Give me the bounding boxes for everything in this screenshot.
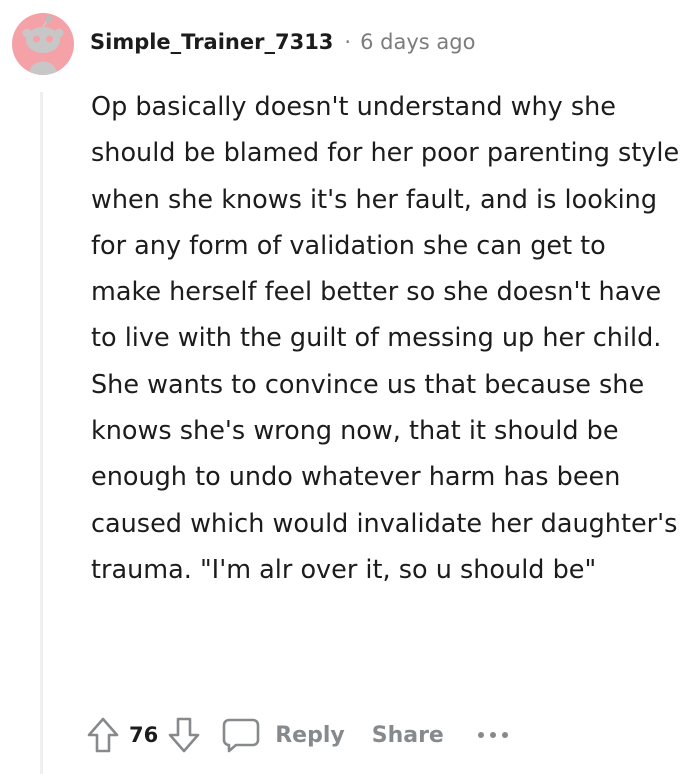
comment-timestamp[interactable]: 6 days ago: [360, 30, 475, 54]
vote-count: 76: [129, 723, 159, 747]
meta-separator: ·: [344, 30, 352, 54]
thread-collapse-line[interactable]: [40, 92, 43, 774]
comment-body: Op basically doesn't understand why she …: [91, 92, 680, 585]
comment-bubble-icon[interactable]: [221, 716, 261, 754]
comment-action-bar: 76 Reply Share: [86, 712, 510, 758]
upvote-icon[interactable]: [86, 716, 120, 754]
downvote-icon[interactable]: [167, 716, 201, 754]
more-options-icon[interactable]: [476, 729, 510, 741]
share-button[interactable]: Share: [372, 723, 444, 748]
reply-button[interactable]: Reply: [275, 723, 345, 748]
reddit-snoo-icon: [22, 15, 64, 75]
avatar[interactable]: [12, 13, 74, 75]
author-username[interactable]: Simple_Trainer_7313: [90, 30, 333, 54]
comment-header: Simple_Trainer_7313 · 6 days ago: [90, 30, 475, 54]
